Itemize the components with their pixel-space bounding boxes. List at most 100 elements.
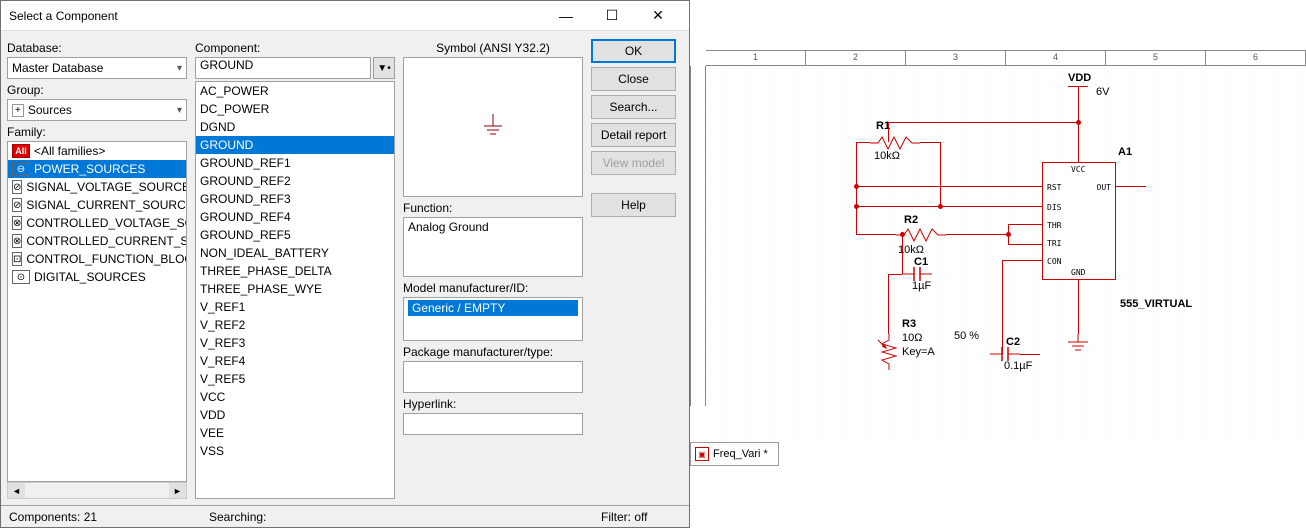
family-icon: ⊖ bbox=[12, 162, 30, 176]
family-icon: ⊙ bbox=[12, 270, 30, 284]
a1-label: A1 bbox=[1118, 146, 1132, 158]
schematic-panel: 123456 VDD 6V A1 VCC RST OUT DIS THR TRI… bbox=[690, 0, 1306, 528]
scroll-left-icon[interactable]: ◄ bbox=[8, 483, 25, 498]
help-button[interactable]: Help bbox=[591, 193, 676, 217]
family-label: Family: bbox=[7, 125, 187, 139]
family-listbox[interactable]: All<All families>⊖POWER_SOURCES⊘SIGNAL_V… bbox=[7, 141, 187, 482]
family-item[interactable]: ⊖POWER_SOURCES bbox=[8, 160, 186, 178]
ic-pin-dis: DIS bbox=[1047, 203, 1061, 212]
group-label: Group: bbox=[7, 83, 187, 97]
plus-icon: + bbox=[12, 104, 24, 117]
function-text: Analog Ground bbox=[403, 217, 583, 277]
minimize-button[interactable]: — bbox=[543, 1, 589, 31]
package-text bbox=[403, 361, 583, 393]
vertical-ruler bbox=[690, 66, 706, 406]
detail-report-button[interactable]: Detail report bbox=[591, 123, 676, 147]
status-searching: Searching: bbox=[209, 510, 601, 524]
component-item[interactable]: V_REF3 bbox=[196, 334, 394, 352]
schematic-canvas[interactable]: VDD 6V A1 VCC RST OUT DIS THR TRI CON GN… bbox=[706, 66, 1306, 438]
component-item[interactable]: V_REF5 bbox=[196, 370, 394, 388]
vdd-value: 6V bbox=[1096, 86, 1109, 98]
family-scrollbar[interactable]: ◄ ► bbox=[7, 482, 187, 499]
component-item[interactable]: V_REF1 bbox=[196, 298, 394, 316]
family-item[interactable]: All<All families> bbox=[8, 142, 186, 160]
ic-555[interactable]: VCC RST OUT DIS THR TRI CON GND bbox=[1042, 162, 1116, 280]
component-listbox[interactable]: AC_POWERDC_POWERDGNDGROUNDGROUND_REF1GRO… bbox=[195, 81, 395, 499]
component-item[interactable]: GROUND_REF4 bbox=[196, 208, 394, 226]
close-window-button[interactable]: ✕ bbox=[635, 1, 681, 31]
group-combo[interactable]: +Sources bbox=[7, 99, 187, 121]
search-button[interactable]: Search... bbox=[591, 95, 676, 119]
component-item[interactable]: GROUND_REF3 bbox=[196, 190, 394, 208]
document-tab[interactable]: ▣ Freq_Vari * bbox=[690, 442, 779, 466]
r3-value: 10Ω bbox=[902, 332, 922, 344]
close-button[interactable]: Close bbox=[591, 67, 676, 91]
package-label: Package manufacturer/type: bbox=[403, 345, 583, 359]
family-item[interactable]: ⊗CONTROLLED_VOLTAGE_SOUR bbox=[8, 214, 186, 232]
r3-potentiometer[interactable] bbox=[878, 334, 900, 370]
family-item[interactable]: ⊘SIGNAL_VOLTAGE_SOURCES bbox=[8, 178, 186, 196]
component-item[interactable]: DGND bbox=[196, 118, 394, 136]
function-label: Function: bbox=[403, 201, 583, 215]
ic-pin-out: OUT bbox=[1097, 183, 1111, 192]
database-label: Database: bbox=[7, 41, 187, 55]
r2-label: R2 bbox=[904, 214, 918, 226]
component-filter-button[interactable]: ▼• bbox=[373, 57, 395, 79]
component-item[interactable]: V_REF2 bbox=[196, 316, 394, 334]
component-item[interactable]: GROUND_REF1 bbox=[196, 154, 394, 172]
family-item[interactable]: ⊘SIGNAL_CURRENT_SOURCES bbox=[8, 196, 186, 214]
family-icon: ⊡ bbox=[12, 252, 22, 266]
component-item[interactable]: THREE_PHASE_DELTA bbox=[196, 262, 394, 280]
titlebar: Select a Component — ☐ ✕ bbox=[1, 1, 689, 31]
statusbar: Components: 21 Searching: Filter: off bbox=[1, 505, 689, 527]
ic-ground-icon bbox=[1066, 334, 1090, 354]
family-icon: ⊗ bbox=[12, 216, 22, 230]
ok-button[interactable]: OK bbox=[591, 39, 676, 63]
component-item[interactable]: GROUND_REF5 bbox=[196, 226, 394, 244]
ruler-mark: 4 bbox=[1006, 51, 1106, 65]
ruler-mark: 2 bbox=[806, 51, 906, 65]
hyperlink-text bbox=[403, 413, 583, 435]
window-title: Select a Component bbox=[9, 9, 543, 23]
select-component-dialog: Select a Component — ☐ ✕ Database: Maste… bbox=[0, 0, 690, 528]
ic-pin-tri: TRI bbox=[1047, 239, 1061, 248]
c2-value: 0.1µF bbox=[1004, 360, 1032, 372]
family-item[interactable]: ⊗CONTROLLED_CURRENT_SOUR bbox=[8, 232, 186, 250]
family-icon: All bbox=[12, 144, 30, 158]
component-item[interactable]: VEE bbox=[196, 424, 394, 442]
symbol-label: Symbol (ANSI Y32.2) bbox=[403, 41, 583, 55]
c1-value: 1µF bbox=[912, 280, 931, 292]
family-icon: ⊘ bbox=[12, 180, 22, 194]
view-model-button: View model bbox=[591, 151, 676, 175]
model-label: Model manufacturer/ID: bbox=[403, 281, 583, 295]
component-item[interactable]: VDD bbox=[196, 406, 394, 424]
model-listbox[interactable]: Generic / EMPTY bbox=[403, 297, 583, 341]
ic-type-label: 555_VIRTUAL bbox=[1120, 298, 1192, 310]
component-item[interactable]: V_REF4 bbox=[196, 352, 394, 370]
r3-key: Key=A bbox=[902, 346, 935, 358]
family-item[interactable]: ⊙DIGITAL_SOURCES bbox=[8, 268, 186, 286]
maximize-button[interactable]: ☐ bbox=[589, 1, 635, 31]
ic-pin-gnd: GND bbox=[1071, 268, 1085, 277]
database-combo[interactable]: Master Database bbox=[7, 57, 187, 79]
r1-component[interactable] bbox=[870, 136, 920, 150]
family-item[interactable]: ⊡CONTROL_FUNCTION_BLOCKS bbox=[8, 250, 186, 268]
scroll-right-icon[interactable]: ► bbox=[169, 483, 186, 498]
component-item[interactable]: THREE_PHASE_WYE bbox=[196, 280, 394, 298]
component-item[interactable]: VCC bbox=[196, 388, 394, 406]
family-icon: ⊗ bbox=[12, 234, 22, 248]
component-item[interactable]: AC_POWER bbox=[196, 82, 394, 100]
component-item[interactable]: GROUND_REF2 bbox=[196, 172, 394, 190]
ruler-mark: 3 bbox=[906, 51, 1006, 65]
component-item[interactable]: DC_POWER bbox=[196, 100, 394, 118]
horizontal-ruler: 123456 bbox=[706, 50, 1306, 66]
component-item[interactable]: VSS bbox=[196, 442, 394, 460]
document-tab-label: Freq_Vari * bbox=[713, 448, 768, 460]
component-item[interactable]: NON_IDEAL_BATTERY bbox=[196, 244, 394, 262]
ic-pin-vcc: VCC bbox=[1071, 165, 1085, 174]
ic-pin-rst: RST bbox=[1047, 183, 1061, 192]
component-input[interactable]: GROUND bbox=[195, 57, 371, 79]
ruler-mark: 1 bbox=[706, 51, 806, 65]
status-components: Components: 21 bbox=[9, 510, 209, 524]
component-item[interactable]: GROUND bbox=[196, 136, 394, 154]
